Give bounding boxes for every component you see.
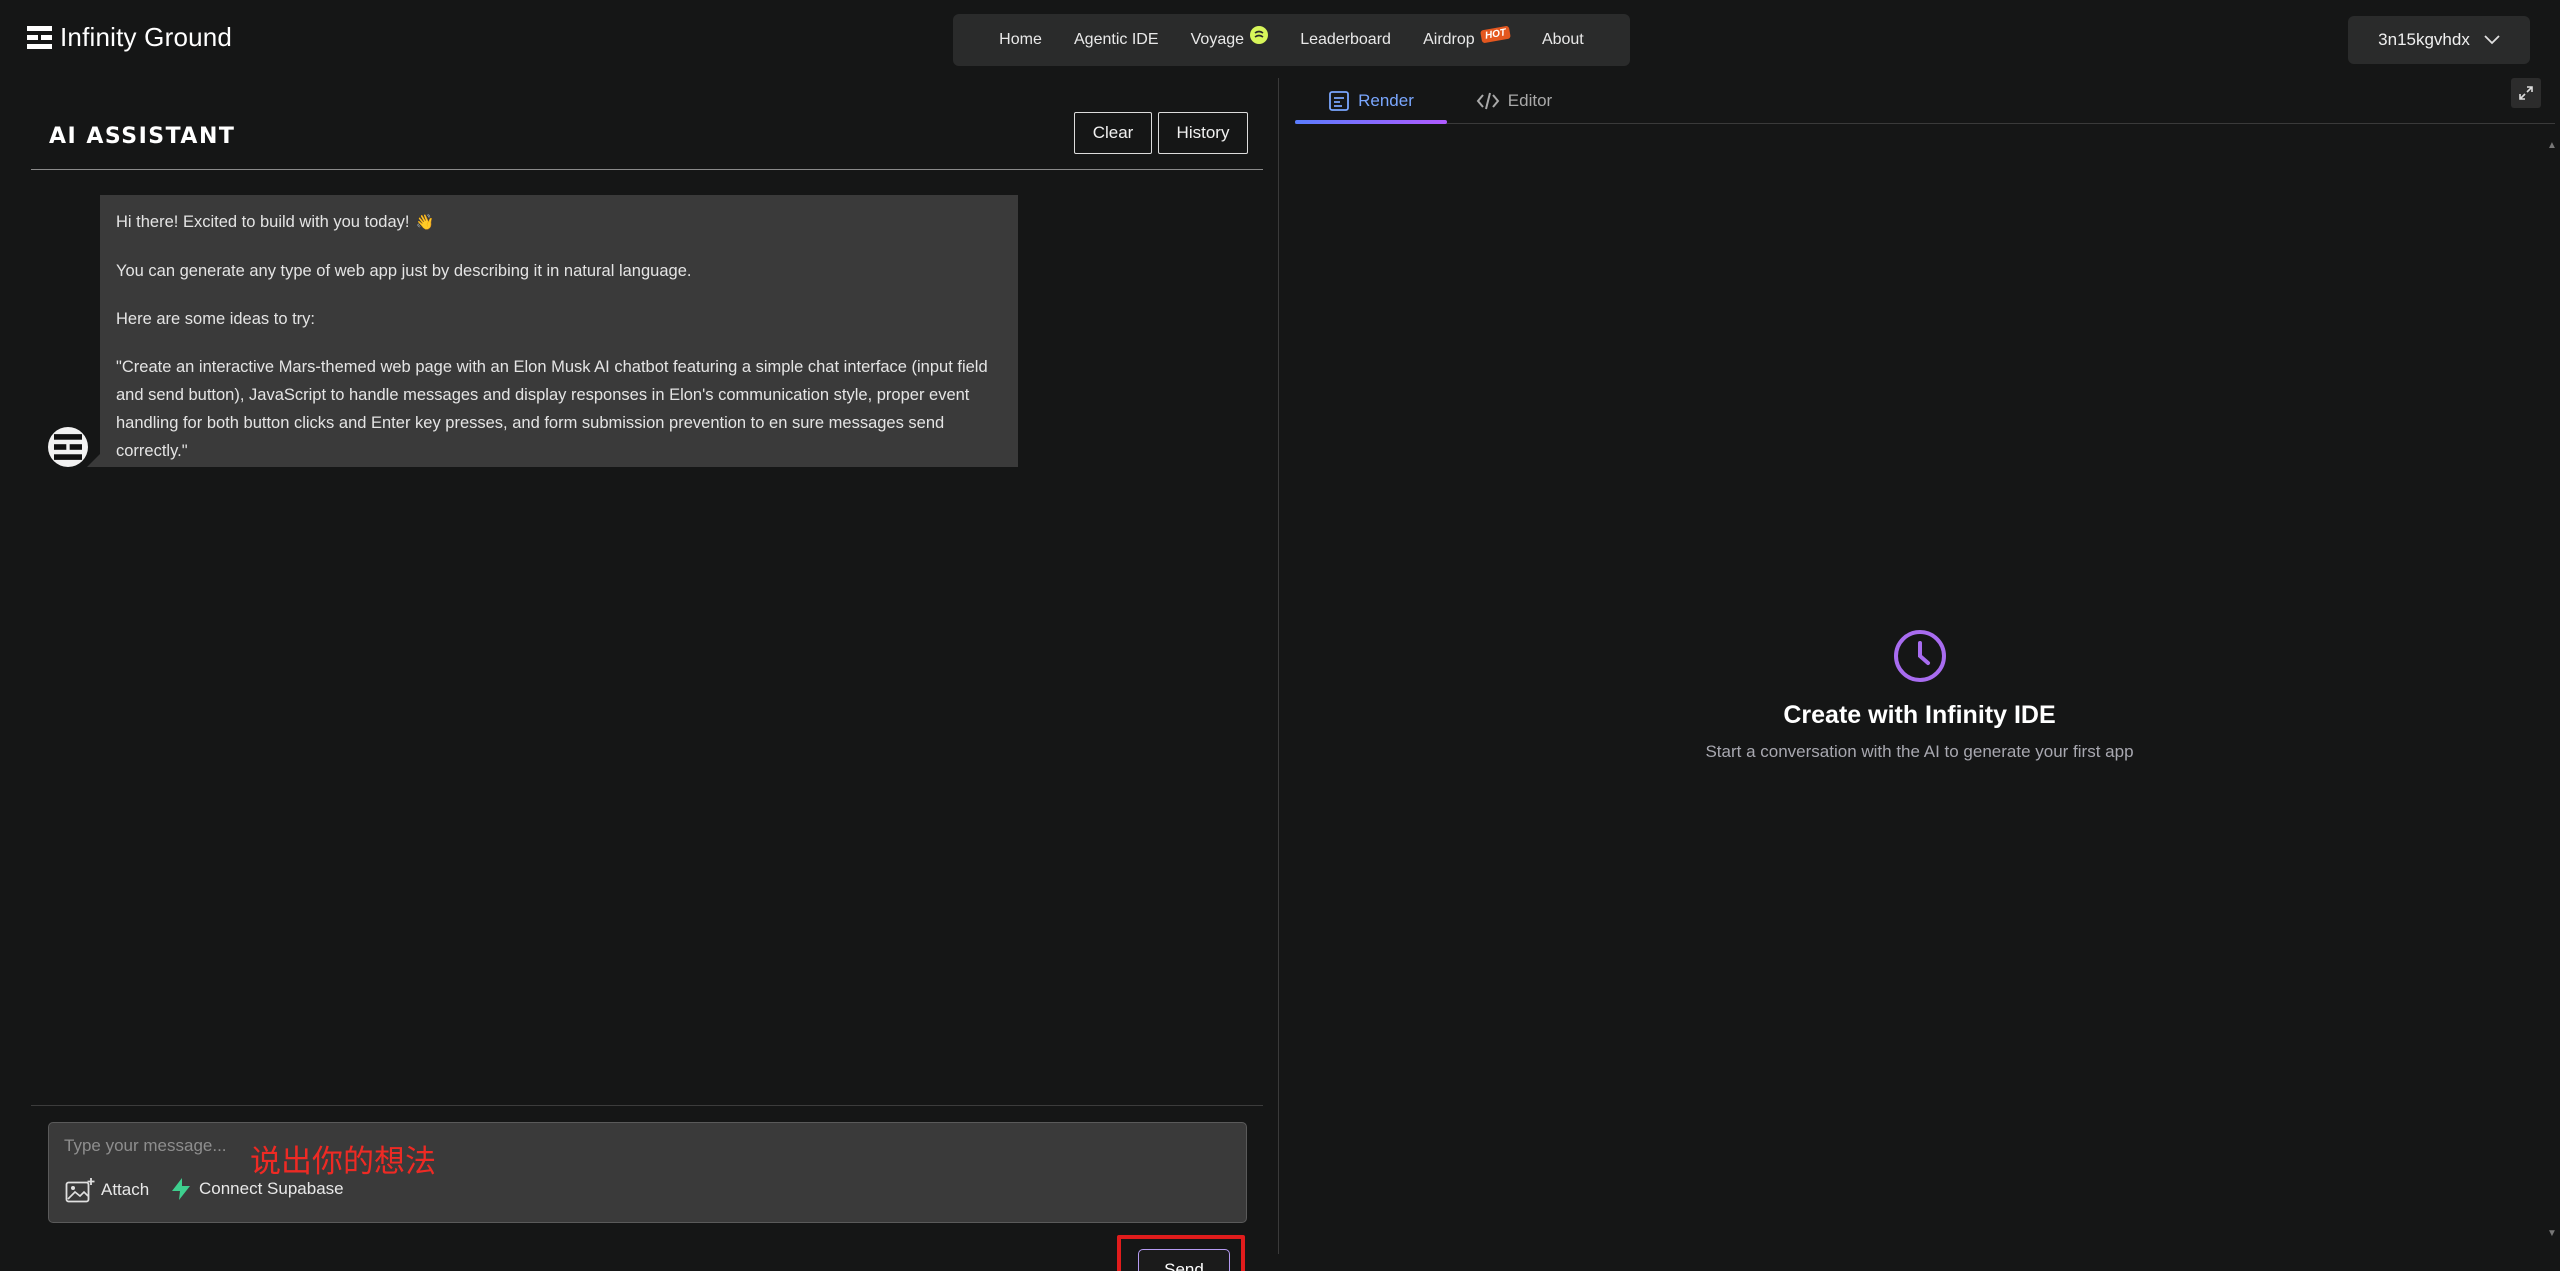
annotation-text: 说出你的想法 <box>250 1144 436 1180</box>
expand-icon <box>2519 86 2533 100</box>
message-greeting: Hi there! Excited to build with you toda… <box>116 208 1002 237</box>
clear-button[interactable]: Clear <box>1074 112 1152 154</box>
scroll-down-arrow[interactable]: ▼ <box>2547 1228 2557 1239</box>
empty-state-title: Create with Infinity IDE <box>1783 701 2056 729</box>
tab-render[interactable]: Render <box>1295 78 1447 124</box>
tab-editor-label: Editor <box>1507 91 1553 110</box>
nav-airdrop[interactable]: Airdrop HOT <box>1423 25 1511 49</box>
tab-render-label: Render <box>1358 91 1414 110</box>
active-tab-indicator <box>1295 120 1447 124</box>
nav-about[interactable]: About <box>1542 31 1584 49</box>
message-example: "Create an interactive Mars-themed web p… <box>116 358 988 460</box>
bubble-tail <box>87 453 101 467</box>
message-intro: You can generate any type of web app jus… <box>116 262 692 280</box>
nav-voyage-label: Voyage <box>1190 31 1245 48</box>
tab-editor[interactable]: Editor <box>1459 78 1569 124</box>
nav-home-label: Home <box>999 31 1042 48</box>
nav-agentic-ide-label: Agentic IDE <box>1074 31 1159 48</box>
nav-about-label: About <box>1541 31 1584 48</box>
scroll-up-arrow[interactable]: ▲ <box>2547 140 2557 151</box>
nav-home[interactable]: Home <box>999 31 1042 49</box>
code-icon <box>1476 92 1500 110</box>
clock-icon <box>1893 630 1946 682</box>
expand-button[interactable] <box>2511 78 2541 108</box>
user-menu-button[interactable]: 3n15kgvhdx <box>2348 16 2530 64</box>
brand[interactable]: Infinity Ground <box>27 22 232 53</box>
chevron-down-icon <box>2484 35 2500 45</box>
supabase-bolt-icon <box>172 1178 190 1200</box>
preview-panel: Render Editor ▲ ▼ Create with Infinity I… <box>1279 78 2560 1271</box>
nav-airdrop-label: Airdrop <box>1423 31 1475 48</box>
nav-leaderboard[interactable]: Leaderboard <box>1300 31 1391 49</box>
brand-name: Infinity Ground <box>60 22 233 52</box>
nav-agentic-ide[interactable]: Agentic IDE <box>1074 31 1158 49</box>
top-bar: Infinity Ground Home Agentic IDE Voyage … <box>0 0 2560 78</box>
attach-label: Attach <box>101 1180 150 1199</box>
user-name: 3n15kgvhdx <box>2378 30 2470 49</box>
nav-voyage[interactable]: Voyage <box>1190 26 1269 49</box>
preview-tabs: Render Editor <box>1295 78 2555 124</box>
message-composer: 说出你的想法 Attach Connect Supabase <box>48 1122 1247 1223</box>
brand-logo-icon <box>27 26 52 49</box>
image-plus-icon <box>65 1178 95 1203</box>
attach-button[interactable]: Attach <box>65 1177 149 1203</box>
hot-badge: HOT <box>1479 25 1511 43</box>
connect-supabase-button[interactable]: Connect Supabase <box>169 1177 344 1201</box>
render-icon <box>1329 91 1350 111</box>
supabase-label: Connect Supabase <box>199 1179 344 1198</box>
assistant-header: AI ASSISTANT Clear History <box>31 108 1263 170</box>
message-ideas-heading: Here are some ideas to try: <box>116 310 315 328</box>
nav-leaderboard-label: Leaderboard <box>1300 31 1391 48</box>
empty-state: Create with Infinity IDE Start a convers… <box>1279 628 2560 762</box>
assistant-title: AI ASSISTANT <box>49 124 236 149</box>
main-nav: Home Agentic IDE Voyage Leaderboard Aird… <box>953 14 1630 66</box>
composer-divider <box>31 1105 1263 1106</box>
assistant-panel: AI ASSISTANT Clear History Hi there! Exc… <box>0 78 1278 1271</box>
greeting-text: Hi there! Excited to build with you toda… <box>116 213 410 231</box>
wave-emoji: 👋 <box>415 214 435 231</box>
assistant-message: Hi there! Excited to build with you toda… <box>100 195 1018 467</box>
history-button[interactable]: History <box>1158 112 1248 154</box>
bot-avatar <box>48 427 88 467</box>
bot-logo-icon <box>54 434 82 460</box>
voyage-badge-icon <box>1250 26 1269 44</box>
send-button[interactable]: Send <box>1138 1249 1230 1271</box>
empty-state-subtitle: Start a conversation with the AI to gene… <box>1705 742 2134 761</box>
